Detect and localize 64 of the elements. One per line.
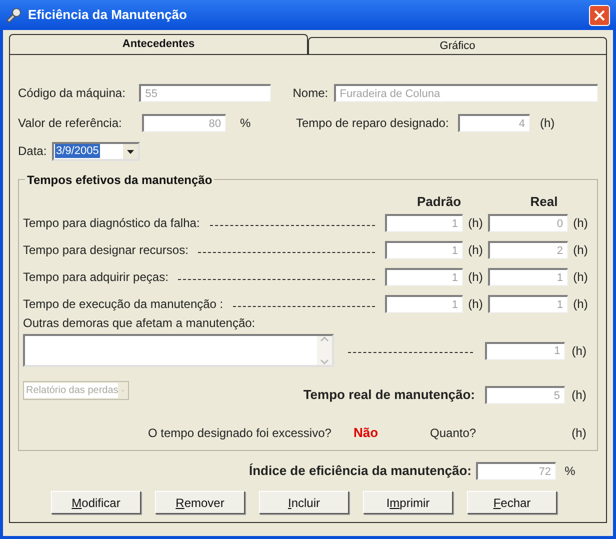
unit-label: (h): [572, 344, 586, 358]
close-button[interactable]: [589, 4, 610, 26]
real-time-field[interactable]: 2: [488, 241, 568, 259]
field-label: Tempo de execução da manutenção :: [23, 296, 224, 313]
real-time-field[interactable]: 1: [488, 268, 568, 286]
date-dropdown[interactable]: 3/9/2005: [52, 142, 140, 160]
standard-time-field[interactable]: 1: [385, 268, 463, 286]
field-label: Valor de referência:: [18, 116, 122, 130]
total-label: Tempo real de manutenção:: [303, 386, 475, 404]
unit-label: (h): [468, 270, 483, 284]
unit-label: (h): [468, 243, 483, 257]
action-button[interactable]: Imprimir: [363, 491, 453, 514]
unit-label: (h): [573, 297, 588, 311]
standard-time-field[interactable]: 1: [385, 295, 463, 313]
unit-label: %: [240, 116, 251, 130]
caret-icon: [123, 144, 138, 158]
answer-text: Não: [353, 424, 378, 442]
real-time-field[interactable]: 1: [488, 295, 568, 313]
machine-code-field[interactable]: 55: [139, 84, 272, 102]
unit-label: (h): [573, 243, 588, 257]
field-label: Tempo de reparo designado:: [296, 116, 449, 130]
efficiency-field[interactable]: 72: [476, 462, 556, 480]
action-button[interactable]: Modificar: [51, 491, 141, 514]
repair-time-field[interactable]: 4: [458, 114, 530, 132]
tab[interactable]: Antecedentes: [9, 34, 308, 54]
tab[interactable]: Gráfico: [308, 37, 607, 54]
other-delays-field[interactable]: 1: [485, 342, 566, 360]
field-label: Tempo para diagnóstico da falha:: [23, 215, 200, 232]
efficiency-label: Índice de eficiência da manutenção:: [249, 462, 472, 480]
scroll-up-icon: [320, 336, 329, 342]
window-title: Eficiência da Manutenção: [28, 6, 187, 24]
field-label: Tempo para adquirir peças:: [23, 269, 168, 286]
action-button[interactable]: Fechar: [467, 491, 557, 514]
field-label: Data:: [18, 144, 47, 158]
real-total-field[interactable]: 5: [485, 386, 565, 404]
unit-label: (h): [540, 115, 555, 132]
scroll-down-icon: [320, 359, 329, 365]
action-button[interactable]: Remover: [155, 491, 245, 514]
column-heading: Real: [530, 194, 558, 209]
report-value: Relatório das perdas: [24, 383, 118, 398]
field-label: Tempo para designar recursos:: [23, 242, 188, 259]
question-text: O tempo designado foi excessivo?: [148, 425, 332, 442]
unit-label: (h): [573, 216, 588, 230]
delays-text-area[interactable]: [23, 334, 334, 367]
reference-value-field[interactable]: 80: [142, 114, 226, 132]
date-value: 3/9/2005: [55, 144, 100, 158]
close-icon: [594, 10, 605, 20]
field-label: Nome:: [292, 86, 328, 100]
column-heading: Padrão: [416, 194, 462, 209]
unit-label: (h): [468, 297, 483, 311]
standard-time-field[interactable]: 1: [385, 214, 463, 232]
unit-label: (h): [573, 270, 588, 284]
real-time-field[interactable]: 0: [488, 214, 568, 232]
machine-name-field[interactable]: Furadeira de Coluna: [334, 84, 598, 102]
unit-label: (h): [572, 426, 586, 440]
unit-label: %: [564, 464, 576, 478]
question-text: Quanto?: [430, 425, 476, 442]
standard-time-field[interactable]: 1: [385, 241, 463, 259]
unit-label: (h): [468, 216, 483, 230]
field-label: Outras demoras que afetam a manutenção:: [23, 316, 256, 330]
action-button[interactable]: Incluir: [259, 491, 349, 514]
scrollbar[interactable]: [316, 336, 332, 365]
field-label: Código da máquina:: [18, 86, 126, 100]
unit-label: (h): [572, 388, 586, 402]
